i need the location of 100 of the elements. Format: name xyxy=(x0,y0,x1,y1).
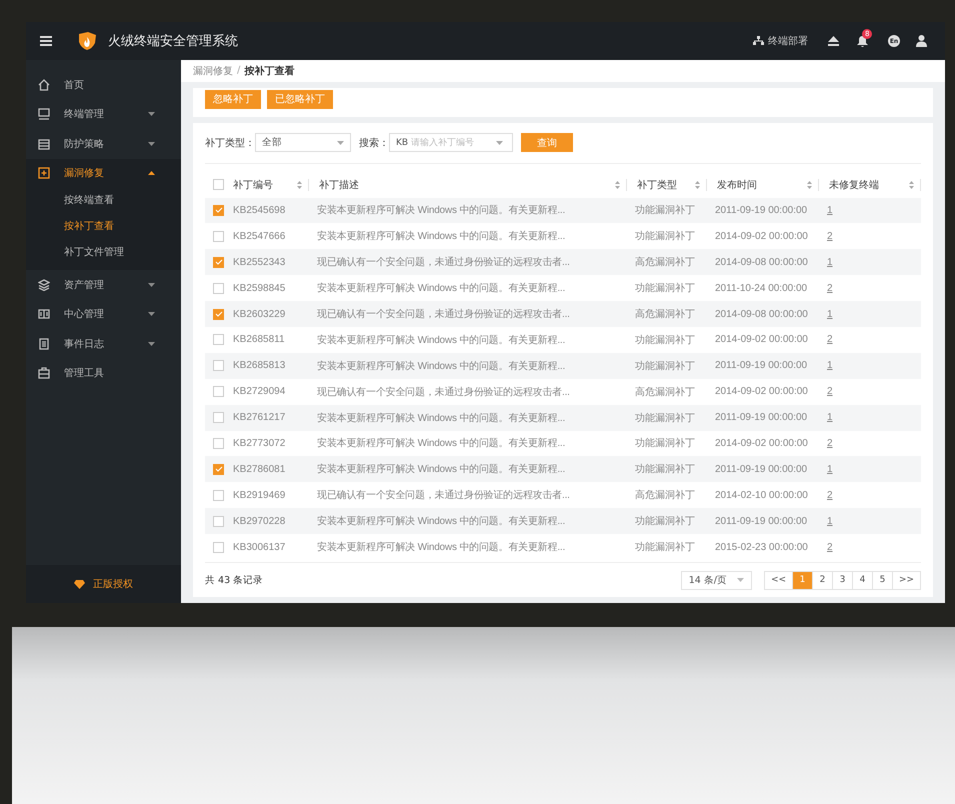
table-cell: 安装本更新程序可解决 Windows 中的问题。有关更新程... xyxy=(317,205,566,216)
table-cell: 现已确认有一个安全问题，未通过身份验证的远程攻击者... xyxy=(317,490,570,502)
table-cell: 2014-09-02 00:00:00 xyxy=(715,230,808,242)
terminal-count-link[interactable]: 2 xyxy=(827,542,833,553)
table-cell: 高危漏洞补丁 xyxy=(635,490,695,502)
table-cell: KB3006137 xyxy=(233,542,286,553)
sidebar-item[interactable]: 资产管理 xyxy=(26,270,181,300)
caret-icon xyxy=(148,312,155,316)
caret-icon xyxy=(496,140,504,145)
sort-icon[interactable] xyxy=(297,180,302,189)
sort-icon[interactable] xyxy=(909,180,914,189)
row-checkbox[interactable] xyxy=(213,516,224,527)
table-cell: 2011-09-19 00:00:00 xyxy=(715,516,808,527)
table-cell: 安装本更新程序可解决 Windows 中的问题。有关更新程... xyxy=(317,412,566,424)
table-cell: KB2603229 xyxy=(233,308,286,320)
caret-icon xyxy=(148,342,155,346)
sidebar-item[interactable]: 管理工具 xyxy=(26,358,181,388)
caret-icon xyxy=(337,140,344,145)
table-cell: 2014-09-08 00:00:00 xyxy=(715,256,808,268)
page-button[interactable]: 4 xyxy=(852,572,872,588)
table-cell: 安装本更新程序可解决 Windows 中的问题。有关更新程... xyxy=(317,283,566,294)
row-checkbox[interactable] xyxy=(213,490,224,501)
row-checkbox[interactable] xyxy=(213,360,224,372)
column-header: 发布时间 xyxy=(716,178,757,192)
page-button[interactable]: 3 xyxy=(832,572,852,588)
table-cell: 2011-10-24 00:00:00 xyxy=(715,282,808,294)
row-checkbox[interactable] xyxy=(213,204,224,216)
page-button[interactable]: 2 xyxy=(812,572,832,588)
license-button[interactable]: 正版授权 xyxy=(26,565,181,603)
row-checkbox[interactable] xyxy=(213,334,224,346)
breadcrumb-separator: / xyxy=(237,65,240,76)
toolbox-icon xyxy=(38,367,50,380)
table-cell: 2011-09-19 00:00:00 xyxy=(715,360,808,372)
sidebar-item[interactable]: 终端管理 xyxy=(26,100,181,129)
table-cell: KB2547666 xyxy=(233,230,286,242)
table-cell: 2015-02-23 00:00:00 xyxy=(715,542,808,553)
table-cell: 2011-09-19 00:00:00 xyxy=(715,204,808,216)
row-checkbox[interactable] xyxy=(213,438,224,449)
monitor-icon xyxy=(38,108,50,120)
table-cell: 2014-09-02 00:00:00 xyxy=(715,334,808,346)
row-checkbox[interactable] xyxy=(213,308,224,320)
row-checkbox[interactable] xyxy=(213,464,224,475)
page-button[interactable]: 5 xyxy=(872,572,892,588)
sort-icon[interactable] xyxy=(695,180,700,189)
select-all-checkbox[interactable] xyxy=(213,179,224,190)
table-cell: 高危漏洞补丁 xyxy=(635,386,695,398)
row-checkbox[interactable] xyxy=(213,230,224,242)
terminal-count-link[interactable]: 2 xyxy=(827,282,833,294)
row-checkbox[interactable] xyxy=(213,282,224,294)
sidebar-item[interactable]: 首页 xyxy=(26,70,181,100)
document-icon xyxy=(38,338,50,350)
submenu-item[interactable]: 补丁文件管理 xyxy=(26,240,181,266)
caret-icon xyxy=(737,578,744,582)
row-checkbox[interactable] xyxy=(213,542,224,553)
table-cell: KB2970228 xyxy=(233,516,286,527)
table-cell: 高危漏洞补丁 xyxy=(635,257,695,268)
caret-icon xyxy=(148,282,155,287)
breadcrumb-item[interactable]: 漏洞修复 xyxy=(193,64,233,78)
table-cell: 功能漏洞补丁 xyxy=(635,438,695,450)
plus-square-icon xyxy=(38,167,50,180)
filter-label: 补丁类型： xyxy=(205,136,255,150)
caret-icon xyxy=(148,112,155,116)
sort-icon[interactable] xyxy=(807,180,812,189)
row-checkbox[interactable] xyxy=(213,386,224,398)
table-cell: 现已确认有一个安全问题，未通过身份验证的远程攻击者... xyxy=(317,309,570,320)
type-select[interactable]: 全部 xyxy=(255,133,351,152)
terminal-count-link[interactable]: 2 xyxy=(827,438,833,449)
sidebar-item[interactable]: 漏洞修复 xyxy=(26,158,181,188)
page-size-select[interactable]: 14 条/页 xyxy=(680,570,752,590)
menu-icon[interactable] xyxy=(40,36,52,46)
table-cell: 安装本更新程序可解决 Windows 中的问题。有关更新程... xyxy=(317,542,566,554)
table-cell: 2014-02-10 00:00:00 xyxy=(715,490,808,501)
table-cell: 安装本更新程序可解决 Windows 中的问题。有关更新程... xyxy=(317,464,566,476)
sidebar-item[interactable]: 中心管理 xyxy=(26,300,181,329)
sidebar-item[interactable]: 防护策略 xyxy=(26,129,181,158)
column-header: 补丁类型 xyxy=(636,178,677,192)
terminal-count-link[interactable]: 2 xyxy=(827,386,833,398)
last-page-button[interactable]: >> xyxy=(892,572,920,588)
user-icon[interactable] xyxy=(916,35,927,47)
submenu-item[interactable]: 按补丁查看 xyxy=(26,214,181,240)
caret-icon xyxy=(148,142,155,146)
row-checkbox[interactable] xyxy=(213,412,224,424)
shield-flame-logo xyxy=(76,31,98,51)
table-cell: 功能漏洞补丁 xyxy=(635,283,695,294)
submenu-item[interactable]: 按终端查看 xyxy=(26,188,181,214)
table-cell: 2014-09-02 00:00:00 xyxy=(715,386,808,398)
table-cell: 功能漏洞补丁 xyxy=(635,231,695,242)
table-cell: KB2773072 xyxy=(233,438,286,449)
table-cell: 安装本更新程序可解决 Windows 中的问题。有关更新程... xyxy=(317,516,566,528)
sidebar-item[interactable]: 事件日志 xyxy=(26,329,181,358)
bell-icon[interactable] xyxy=(857,35,868,47)
table-cell: KB2761217 xyxy=(233,412,286,424)
table-cell: 2014-09-02 00:00:00 xyxy=(715,438,808,449)
row-checkbox[interactable] xyxy=(213,256,224,268)
terminal-count-link[interactable]: 2 xyxy=(827,334,833,346)
deploy-button[interactable]: 终端部署 xyxy=(753,34,808,48)
first-page-button[interactable]: << xyxy=(765,572,792,588)
terminal-count-link[interactable]: 2 xyxy=(827,230,833,242)
sort-icon[interactable] xyxy=(615,180,620,189)
terminal-count-link[interactable]: 2 xyxy=(827,490,833,501)
